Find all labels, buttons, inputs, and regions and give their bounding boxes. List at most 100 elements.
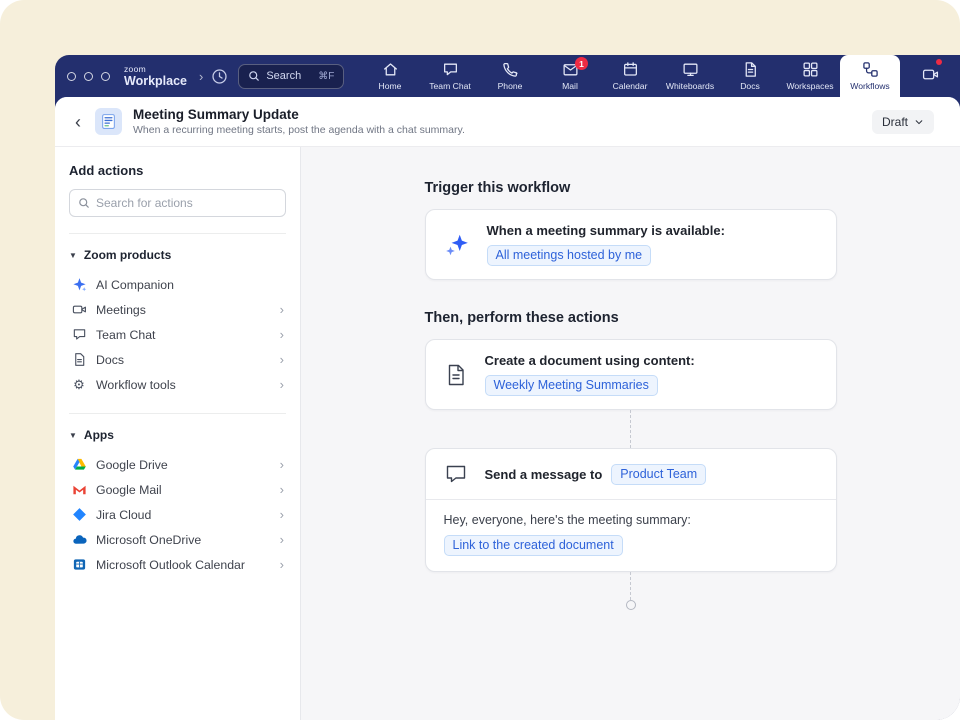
sidebar-item-ai-companion[interactable]: AI Companion (69, 272, 286, 297)
sidebar-item-team-chat[interactable]: Team Chat › (69, 322, 286, 347)
window-dot[interactable] (101, 72, 110, 81)
sidebar-item-label: Workflow tools (96, 378, 176, 392)
chat-icon (442, 61, 459, 78)
create-document-card[interactable]: Create a document using content: Weekly … (425, 339, 837, 410)
chevron-right-icon: › (280, 352, 284, 367)
outlook-calendar-icon (71, 557, 87, 572)
desktop-background: zoom Workplace › Search ⌘F Home Team Cha (0, 0, 960, 720)
chevron-right-icon[interactable]: › (199, 69, 203, 84)
logo-zoom-text: zoom (124, 65, 187, 74)
send-message-card[interactable]: Send a message to Product Team Hey, ever… (425, 448, 837, 572)
docs-icon (742, 61, 759, 78)
sidebar-item-label: Microsoft OneDrive (96, 533, 201, 547)
search-label: Search (266, 70, 312, 82)
workflows-icon (862, 61, 879, 78)
actions-search[interactable] (69, 189, 286, 217)
sidebar-item-label: Google Mail (96, 483, 162, 497)
status-badge: Draft (882, 115, 908, 129)
workspaces-icon (802, 61, 819, 78)
back-button[interactable]: ‹ (75, 113, 81, 131)
document-icon (444, 363, 468, 387)
nav-item-workspaces[interactable]: Workspaces (780, 55, 840, 97)
draft-status-dropdown[interactable]: Draft (872, 110, 934, 134)
window-dot[interactable] (67, 72, 76, 81)
ai-sparkle-icon (444, 232, 470, 258)
nav-item-calendar[interactable]: Calendar (600, 55, 660, 97)
section-header-apps[interactable]: ▼ Apps (69, 428, 286, 442)
chevron-down-icon (914, 117, 924, 127)
page-title: Meeting Summary Update (133, 107, 465, 122)
mail-notification-badge: 1 (575, 57, 588, 70)
top-navbar: zoom Workplace › Search ⌘F Home Team Cha (55, 55, 960, 97)
video-icon (71, 302, 87, 317)
section-apps: ▼ Apps Google Drive › Google Mail › (69, 413, 286, 577)
send-message-text: Send a message to (485, 467, 603, 482)
workflow-header: ‹ Meeting Summary Update When a recurrin… (55, 97, 960, 147)
trigger-scope-chip[interactable]: All meetings hosted by me (487, 245, 652, 266)
gmail-icon (71, 482, 87, 497)
nav-item-home[interactable]: Home (360, 55, 420, 97)
chevron-right-icon: › (280, 457, 284, 472)
sidebar-item-google-mail[interactable]: Google Mail › (69, 477, 286, 502)
trigger-card[interactable]: When a meeting summary is available: All… (425, 209, 837, 280)
nav-item-label: Workspaces (786, 81, 833, 91)
sidebar-item-outlook-calendar[interactable]: Microsoft Outlook Calendar › (69, 552, 286, 577)
window-controls[interactable] (67, 72, 110, 81)
sidebar-item-label: Jira Cloud (96, 508, 151, 522)
section-header-zoom-products[interactable]: ▼ Zoom products (69, 248, 286, 262)
chevron-right-icon: › (280, 532, 284, 547)
actions-sidebar: Add actions ▼ Zoom products AI Companion (55, 147, 301, 720)
nav-item-whiteboards[interactable]: Whiteboards (660, 55, 720, 97)
sidebar-item-workflow-tools[interactable]: ⚙ Workflow tools › (69, 372, 286, 397)
chevron-right-icon: › (280, 557, 284, 572)
document-link-chip[interactable]: Link to the created document (444, 535, 623, 556)
nav-item-label: Whiteboards (666, 81, 714, 91)
nav-item-label: Team Chat (429, 81, 471, 91)
nav-item-team-chat[interactable]: Team Chat (420, 55, 480, 97)
nav-item-mail[interactable]: 1 Mail (540, 55, 600, 97)
search-input[interactable] (96, 196, 277, 210)
nav-item-docs[interactable]: Docs (720, 55, 780, 97)
recipient-chip[interactable]: Product Team (611, 464, 706, 485)
page-subtitle: When a recurring meeting starts, post th… (133, 124, 465, 136)
global-search[interactable]: Search ⌘F (238, 64, 344, 89)
search-icon (248, 70, 260, 82)
sidebar-item-google-drive[interactable]: Google Drive › (69, 452, 286, 477)
google-drive-icon (71, 457, 87, 472)
chevron-expanded-icon: ▼ (69, 431, 77, 440)
sidebar-item-onedrive[interactable]: Microsoft OneDrive › (69, 527, 286, 552)
document-content-chip[interactable]: Weekly Meeting Summaries (485, 375, 658, 396)
nav-item-phone[interactable]: Phone (480, 55, 540, 97)
chevron-right-icon: › (280, 302, 284, 317)
primary-navigation: Home Team Chat Phone 1 Mail Calend (360, 55, 960, 97)
chevron-right-icon: › (280, 327, 284, 342)
nav-item-label: Phone (498, 81, 523, 91)
nav-item-label: Mail (562, 81, 578, 91)
sidebar-item-label: Google Drive (96, 458, 168, 472)
sidebar-item-docs[interactable]: Docs › (69, 347, 286, 372)
whiteboard-icon (682, 61, 699, 78)
nav-item-clipped[interactable] (900, 55, 960, 97)
create-document-text: Create a document using content: (485, 353, 695, 368)
window-dot[interactable] (84, 72, 93, 81)
ai-sparkle-icon (71, 277, 87, 292)
nav-item-workflows[interactable]: Workflows (840, 55, 900, 97)
logo-workplace-text: Workplace (124, 75, 187, 88)
workflow-editor: ‹ Meeting Summary Update When a recurrin… (55, 97, 960, 720)
sidebar-item-jira-cloud[interactable]: Jira Cloud › (69, 502, 286, 527)
onedrive-icon (71, 532, 87, 547)
history-icon[interactable] (211, 68, 228, 85)
nav-item-label: Home (379, 81, 402, 91)
trigger-text: When a meeting summary is available: (487, 223, 725, 238)
phone-icon (502, 61, 519, 78)
gear-icon: ⚙ (71, 378, 87, 391)
nav-item-label: Docs (740, 81, 760, 91)
actions-heading: Then, perform these actions (425, 310, 837, 326)
message-text: Hey, everyone, here's the meeting summar… (444, 513, 818, 527)
sidebar-item-meetings[interactable]: Meetings › (69, 297, 286, 322)
add-step-node[interactable] (626, 600, 636, 610)
chevron-right-icon: › (280, 507, 284, 522)
notification-dot (936, 59, 942, 65)
search-shortcut: ⌘F (318, 71, 334, 82)
nav-item-label: Workflows (850, 81, 889, 91)
